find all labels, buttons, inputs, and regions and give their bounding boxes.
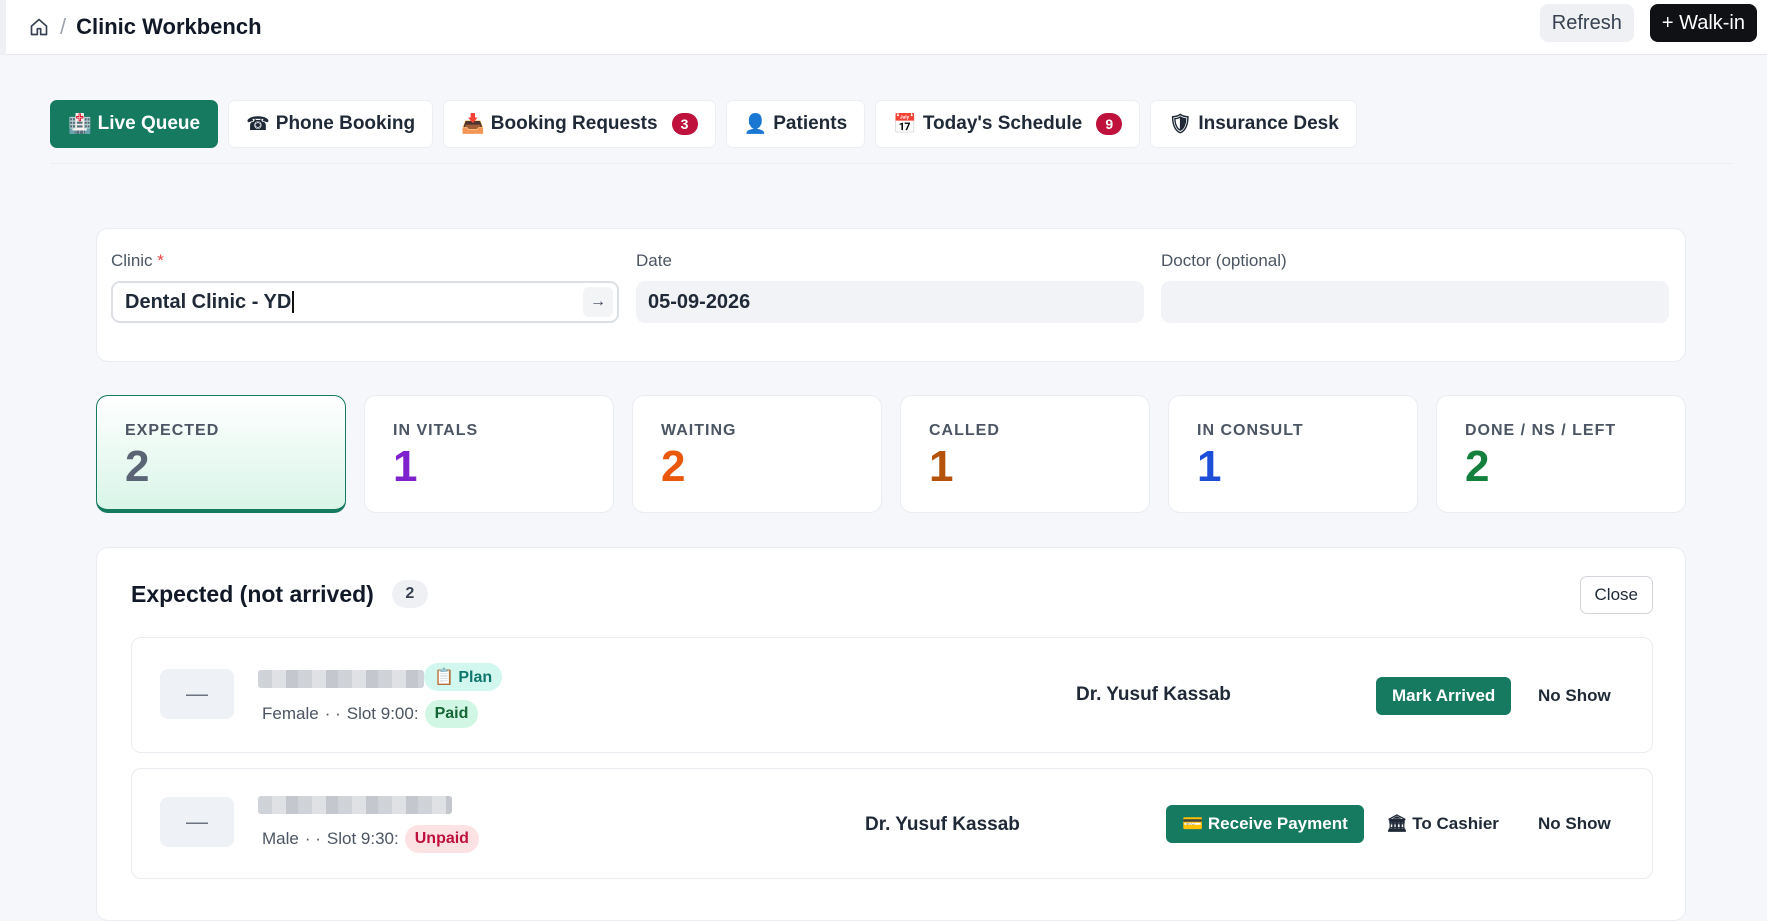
tab-label: Phone Booking [275, 113, 416, 134]
inbox-icon: 📥 [461, 114, 485, 135]
left-edge [0, 0, 6, 55]
stat-in-vitals[interactable]: IN VITALS 1 [364, 395, 614, 513]
stat-called[interactable]: CALLED 1 [900, 395, 1150, 513]
payment-status-badge: Paid [424, 700, 479, 728]
stat-done-ns-left[interactable]: DONE / NS / LEFT 2 [1436, 395, 1686, 513]
expected-list-header: Expected (not arrived) 2 [131, 580, 428, 608]
stat-in-consult[interactable]: IN CONSULT 1 [1168, 395, 1418, 513]
plan-badge[interactable]: 📋 Plan [424, 663, 503, 691]
tab-booking-requests[interactable]: 📥 Booking Requests 3 [443, 100, 716, 148]
patient-meta: Male · · Slot 9:30: Unpaid [262, 825, 479, 853]
filter-card: Clinic * Dental Clinic - YD → Date 05-09… [96, 228, 1686, 362]
stat-label: IN VITALS [393, 422, 479, 439]
avatar: — [160, 797, 234, 847]
meta-separators: · · [304, 829, 321, 848]
stat-value: 2 [1465, 442, 1490, 491]
slot-time: Slot 9:30: [326, 829, 399, 848]
tab-label: Live Queue [97, 113, 201, 134]
schedule-badge: 9 [1096, 113, 1123, 135]
list-item: — 📋 Plan Female · · Slot 9:00: Paid Dr. … [131, 637, 1653, 753]
breadcrumb-separator: / [60, 14, 67, 39]
calendar-icon: 📅 [893, 114, 917, 135]
stat-label: EXPECTED [125, 422, 220, 439]
payment-status-badge: Unpaid [404, 825, 479, 853]
stat-label: DONE / NS / LEFT [1465, 422, 1617, 439]
clinic-label: Clinic * [111, 251, 164, 270]
doctor-name: Dr. Yusuf Kassab [1076, 684, 1231, 705]
doctor-label: Doctor (optional) [1161, 251, 1287, 270]
patient-meta: Female · · Slot 9:00: Paid [262, 700, 479, 728]
date-value: 05-09-2026 [648, 290, 751, 313]
refresh-button[interactable]: Refresh [1539, 4, 1634, 42]
hospital-icon: 🏥 [68, 114, 92, 135]
stat-label: IN CONSULT [1197, 422, 1304, 439]
booking-requests-badge: 3 [671, 113, 698, 135]
patient-name-redacted [258, 796, 452, 814]
gender: Male [262, 829, 299, 848]
doctor-field-group: Doctor (optional) [1161, 251, 1669, 323]
user-icon: 👤 [743, 114, 768, 135]
gender: Female [262, 704, 319, 723]
date-label: Date [636, 251, 672, 270]
tab-label: Booking Requests [490, 113, 658, 134]
no-show-button[interactable]: No Show [1534, 805, 1615, 843]
page-title: Clinic Workbench [76, 14, 262, 39]
list-item: — Male · · Slot 9:30: Unpaid Dr. Yusuf K… [131, 768, 1653, 879]
receive-payment-button[interactable]: 💳 Receive Payment [1166, 805, 1364, 843]
clinic-value: Dental Clinic - YD [125, 290, 292, 313]
required-marker: * [157, 251, 164, 270]
slot-time: Slot 9:00: [346, 704, 419, 723]
stat-label: CALLED [929, 422, 1000, 439]
date-input[interactable]: 05-09-2026 [636, 281, 1144, 323]
stat-value: 1 [393, 442, 418, 491]
stats-row: EXPECTED 2 IN VITALS 1 WAITING 2 CALLED … [96, 395, 1686, 513]
stat-value: 1 [1197, 442, 1222, 491]
tab-insurance-desk[interactable]: 🛡 Insurance Desk [1150, 100, 1357, 148]
tab-phone-booking[interactable]: ☎ Phone Booking [228, 100, 434, 148]
tab-live-queue[interactable]: 🏥 Live Queue [50, 100, 219, 148]
meta-separators: · · [324, 704, 341, 723]
expected-list-card: Expected (not arrived) 2 Close — 📋 Plan … [96, 547, 1686, 921]
no-show-button[interactable]: No Show [1534, 677, 1615, 715]
close-button[interactable]: Close [1579, 576, 1653, 614]
top-bar: / Clinic Workbench Refresh + Walk-in [0, 0, 1767, 55]
date-field-group: Date 05-09-2026 [636, 251, 1144, 323]
mark-arrived-button[interactable]: Mark Arrived [1376, 677, 1512, 715]
tabs-divider [50, 163, 1733, 164]
arrow-right-icon[interactable]: → [583, 287, 613, 317]
tab-patients[interactable]: 👤 Patients [725, 100, 866, 148]
doctor-input[interactable] [1161, 281, 1669, 323]
stat-waiting[interactable]: WAITING 2 [632, 395, 882, 513]
stat-value: 1 [929, 442, 954, 491]
avatar: — [160, 669, 234, 719]
stat-value: 2 [125, 442, 150, 491]
tab-bar: 🏥 Live Queue ☎ Phone Booking 📥 Booking R… [50, 100, 1357, 148]
expected-count-badge: 2 [391, 580, 428, 608]
walk-in-button[interactable]: + Walk-in [1649, 4, 1757, 42]
stat-expected[interactable]: EXPECTED 2 [96, 395, 346, 513]
stat-label: WAITING [661, 422, 737, 439]
patient-name-redacted [258, 670, 424, 688]
doctor-name: Dr. Yusuf Kassab [865, 814, 1020, 835]
shield-icon: 🛡 [1168, 114, 1193, 135]
to-cashier-button[interactable]: 🏛 To Cashier [1382, 805, 1503, 843]
clinic-field-group: Clinic * Dental Clinic - YD → [111, 251, 619, 323]
expected-list-title: Expected (not arrived) [131, 580, 374, 607]
phone-icon: ☎ [246, 113, 270, 135]
stat-value: 2 [661, 442, 686, 491]
tab-label: Patients [773, 113, 848, 134]
text-cursor [292, 291, 295, 313]
tab-label: Today's Schedule [922, 113, 1083, 134]
clinic-input[interactable]: Dental Clinic - YD → [111, 281, 619, 323]
home-icon[interactable] [28, 16, 50, 38]
tab-label: Insurance Desk [1198, 113, 1339, 134]
tab-todays-schedule[interactable]: 📅 Today's Schedule 9 [875, 100, 1141, 148]
